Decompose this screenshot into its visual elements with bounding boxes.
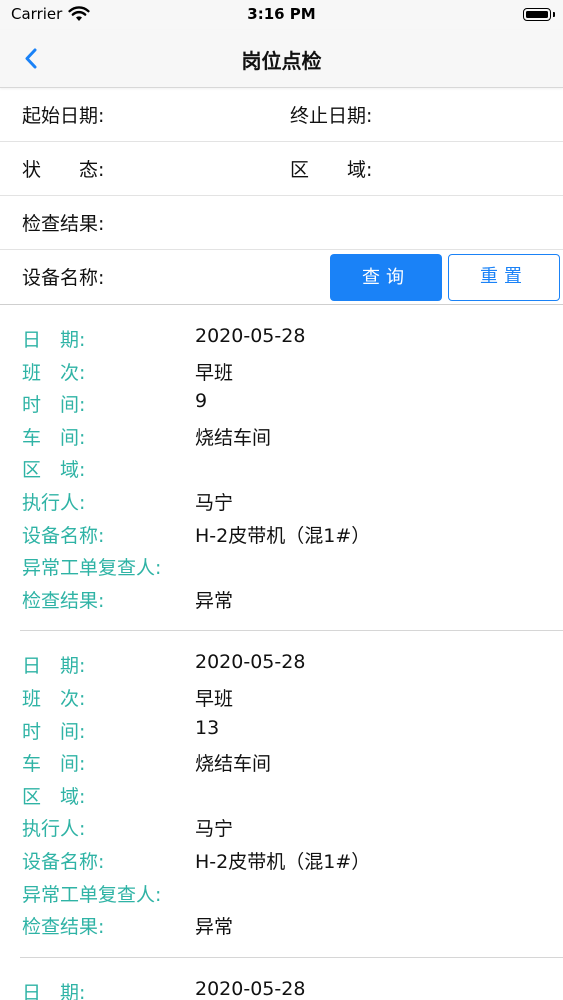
result-row: 检查结果: (0, 196, 563, 250)
workshop-label: 车 间: (22, 753, 86, 776)
date-range-row: 起始日期: 终止日期: (0, 88, 563, 142)
record-card[interactable]: 日 期: 2020-05-28 班 次: 早班 时 间: 13 车 间: 烧结车间 区 … (20, 631, 563, 958)
area-field[interactable]: 区 域: (290, 155, 372, 182)
workshop-value: 烧结车间 (195, 426, 272, 449)
device-row: 设备名称: 查询 重置 (0, 250, 563, 304)
page-title: 岗位点检 (241, 49, 322, 73)
time-label: 时 间: (22, 720, 86, 743)
time-label: 时 间: (22, 394, 86, 417)
date-value: 2020-05-28 (195, 325, 306, 347)
filter-panel: 起始日期: 终止日期: 状 态: 区 域: 检查结果: 设备名称: 查询 重置 (0, 88, 563, 304)
start-date-field[interactable]: 起始日期: (22, 101, 104, 128)
area-label: 区 域: (22, 459, 86, 482)
executor-label: 执行人: (22, 491, 86, 514)
navigation-bar: 岗位点检 (0, 30, 563, 88)
date-label: 日 期: (22, 329, 86, 351)
result-field[interactable]: 检查结果: (22, 209, 104, 236)
result-label: 检查结果: (22, 589, 105, 612)
time-value: 9 (195, 390, 208, 413)
executor-value: 马宁 (195, 818, 234, 841)
device-label: 设备名称: (22, 850, 105, 873)
executor-label: 执行人: (22, 818, 86, 841)
date-label: 日 期: (22, 655, 86, 678)
shift-label: 班 次: (22, 687, 86, 710)
query-button[interactable]: 查询 (330, 254, 442, 301)
shift-value: 早班 (195, 361, 234, 384)
executor-value: 马宁 (195, 491, 234, 514)
device-label: 设备名称: (22, 524, 105, 547)
status-bar: Carrier 3:16 PM (0, 0, 563, 30)
device-field[interactable]: 设备名称: (22, 263, 104, 290)
record-card[interactable]: 日 期: 2020-05-28 (20, 958, 563, 1000)
battery-cap (553, 12, 555, 17)
status-field[interactable]: 状 态: (22, 155, 104, 182)
clock: 3:16 PM (247, 5, 316, 23)
shift-value: 早班 (195, 687, 234, 710)
date-label: 日 期: (22, 981, 86, 1000)
status-area-row: 状 态: 区 域: (0, 142, 563, 196)
record-list[interactable]: 日 期: 2020-05-28 班 次: 早班 时 间: 9 车 间: 烧结车间 区 域… (0, 304, 563, 1000)
result-value: 异常 (195, 589, 234, 612)
end-date-field[interactable]: 终止日期: (290, 101, 372, 128)
workshop-value: 烧结车间 (195, 753, 272, 776)
device-value: H-2皮带机（混1#） (195, 524, 371, 547)
reviewer-label: 异常工单复查人: (22, 883, 162, 906)
reviewer-label: 异常工单复查人: (22, 557, 162, 580)
battery-icon (523, 8, 551, 21)
date-value: 2020-05-28 (195, 651, 306, 674)
workshop-label: 车 间: (22, 426, 86, 449)
area-label: 区 域: (22, 785, 86, 808)
result-value: 异常 (195, 916, 234, 939)
date-value: 2020-05-28 (195, 977, 306, 1000)
shift-label: 班 次: (22, 361, 86, 384)
record-card[interactable]: 日 期: 2020-05-28 班 次: 早班 时 间: 9 车 间: 烧结车间 区 域… (20, 305, 563, 632)
device-value: H-2皮带机（混1#） (195, 850, 371, 873)
result-label: 检查结果: (22, 916, 105, 939)
reset-button[interactable]: 重置 (448, 254, 560, 301)
time-value: 13 (195, 716, 220, 739)
